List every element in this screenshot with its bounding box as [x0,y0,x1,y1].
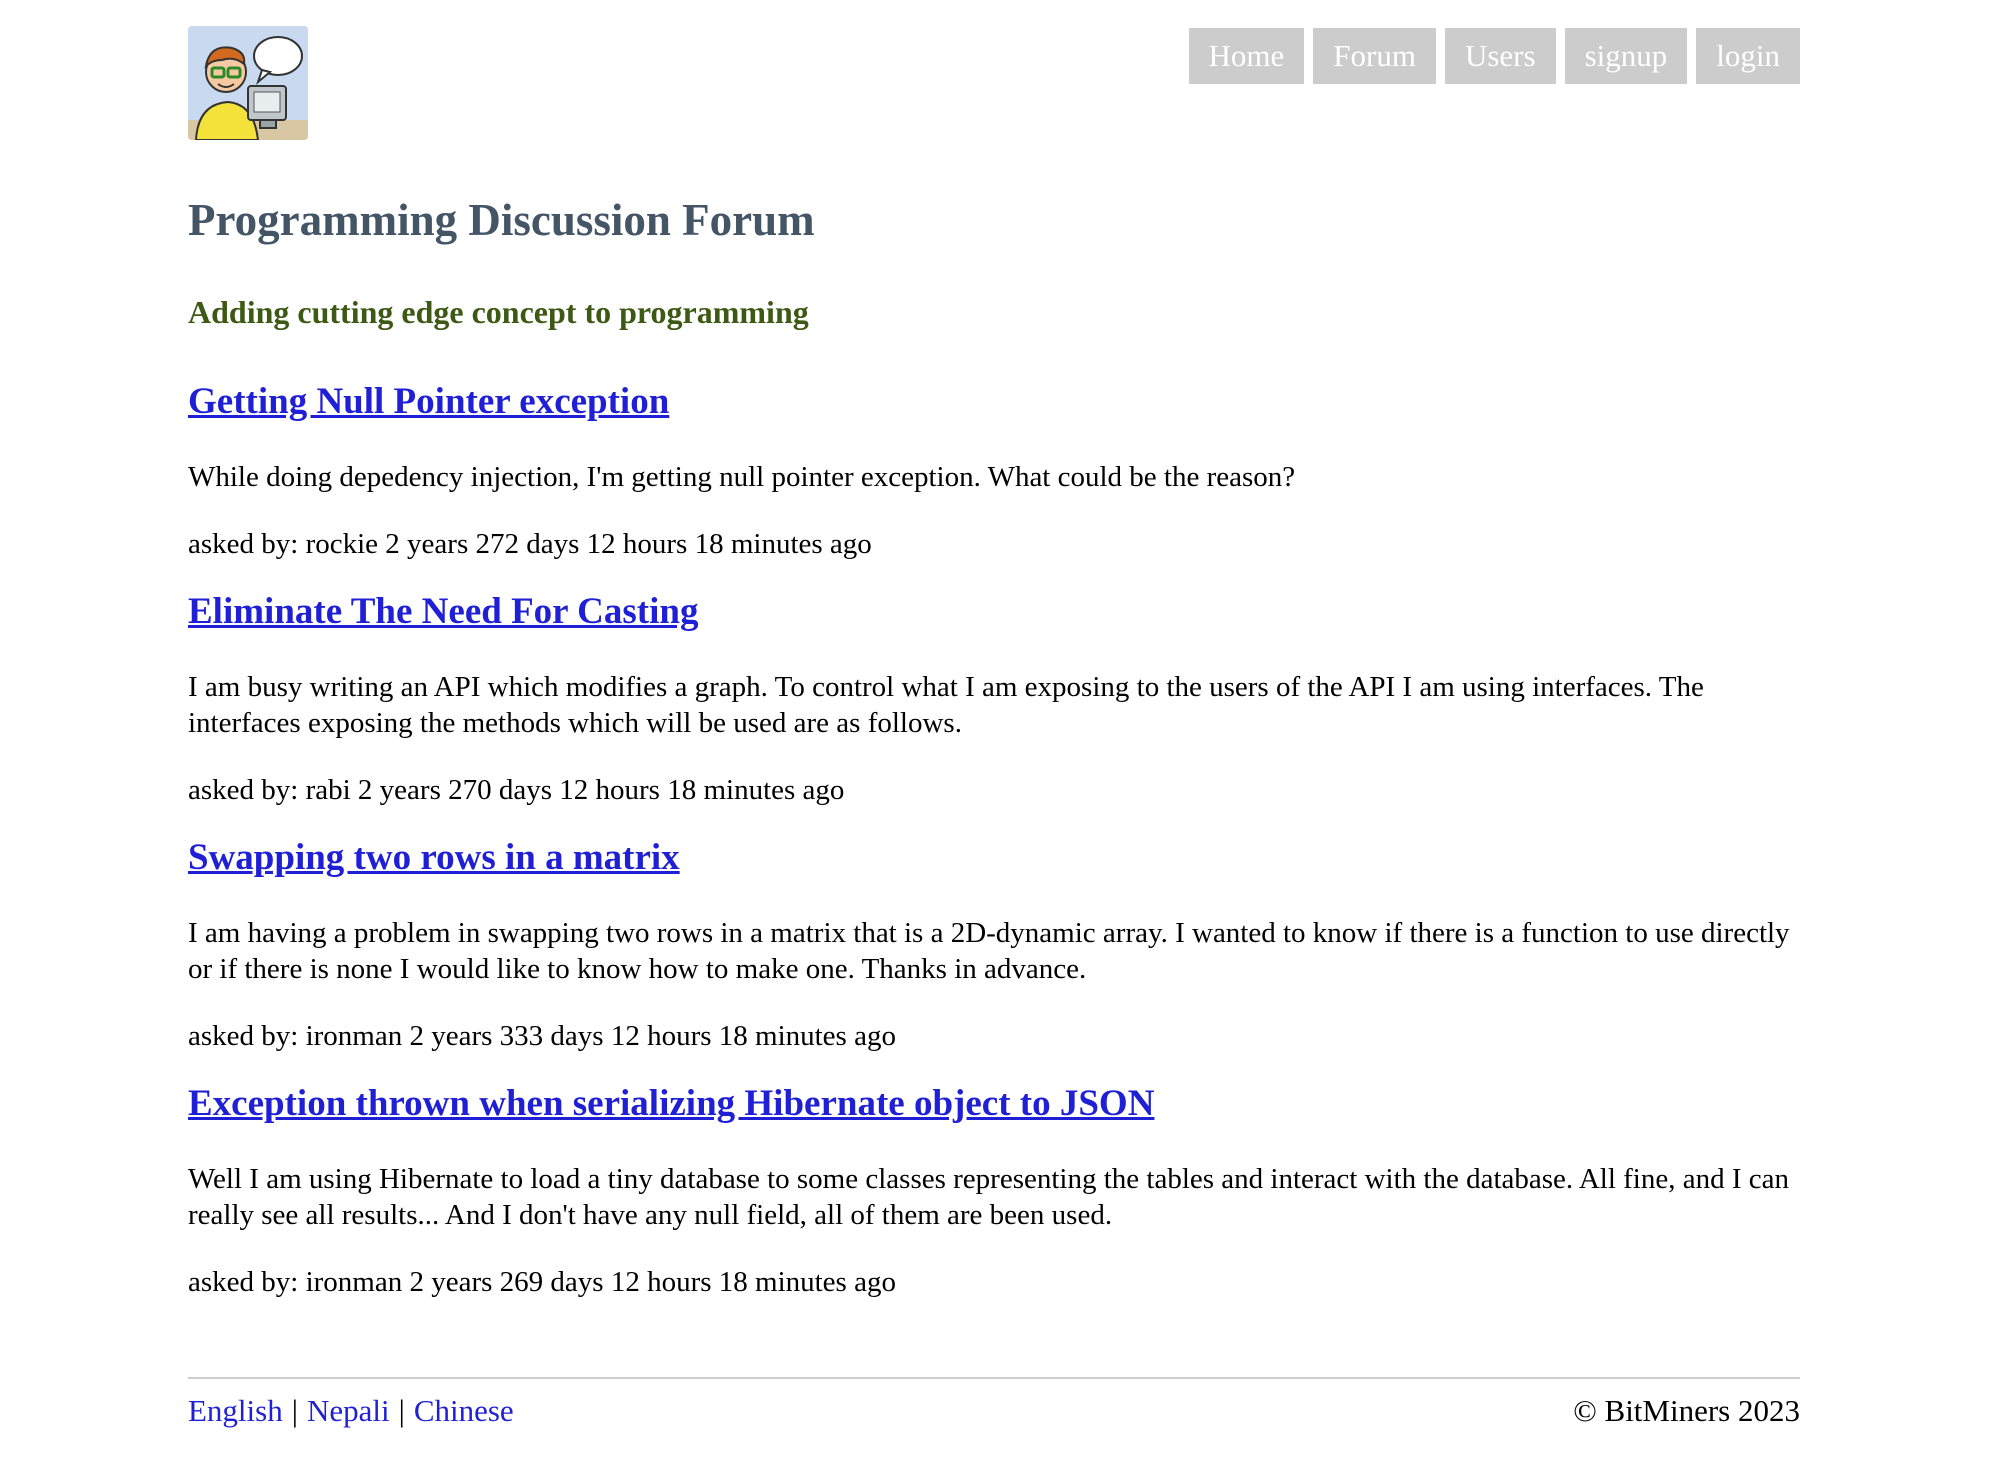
post-list: Getting Null Pointer exception While doi… [188,378,1800,1300]
post-meta: asked by: ironman 2 years 269 days 12 ho… [188,1266,896,1298]
nav-home-button[interactable]: Home [1188,28,1305,84]
post-meta: asked by: rockie 2 years 272 days 12 hou… [188,528,872,560]
post-meta: asked by: ironman 2 years 333 days 12 ho… [188,1020,896,1052]
post-title-link[interactable]: Getting Null Pointer exception [188,378,1800,426]
page-tagline: Adding cutting edge concept to programmi… [188,294,809,330]
post-body: While doing depedency injection, I'm get… [188,461,1296,493]
post-body: I am busy writing an API which modifies … [188,671,1704,739]
post-title-link[interactable]: Swapping two rows in a matrix [188,834,1800,882]
page-container: Home Forum Users signup login Programmin… [188,26,1800,1428]
post-item: Eliminate The Need For Casting I am busy… [188,588,1800,808]
nav-users-button[interactable]: Users [1444,28,1556,84]
site-header: Home Forum Users signup login [188,26,1800,140]
language-separator: | [291,1393,298,1428]
language-separator: | [398,1393,405,1428]
copyright-text: © BitMiners 2023 [1573,1393,1800,1428]
language-chinese-link[interactable]: Chinese [414,1393,514,1428]
page-title: Programming Discussion Forum [188,195,815,245]
site-footer: English | Nepali | Chinese © BitMiners 2023 [188,1377,1800,1429]
nav-login-button[interactable]: login [1696,28,1800,84]
post-item: Getting Null Pointer exception While doi… [188,378,1800,562]
main-nav: Home Forum Users signup login [1188,28,1800,84]
post-body: Well I am using Hibernate to load a tiny… [188,1163,1789,1231]
language-nepali-link[interactable]: Nepali [307,1393,390,1428]
post-title-link[interactable]: Exception thrown when serializing Hibern… [188,1080,1800,1128]
post-meta: asked by: rabi 2 years 270 days 12 hours… [188,774,845,806]
site-logo-icon[interactable] [188,26,308,140]
post-body: I am having a problem in swapping two ro… [188,917,1790,985]
nav-forum-button[interactable]: Forum [1313,28,1436,84]
post-item: Swapping two rows in a matrix I am havin… [188,834,1800,1054]
post-item: Exception thrown when serializing Hibern… [188,1080,1800,1300]
post-title-link[interactable]: Eliminate The Need For Casting [188,588,1800,636]
language-english-link[interactable]: English [188,1393,283,1428]
programmer-at-computer-icon [188,26,308,140]
nav-signup-button[interactable]: signup [1564,28,1688,84]
language-links: English | Nepali | Chinese [188,1393,514,1429]
